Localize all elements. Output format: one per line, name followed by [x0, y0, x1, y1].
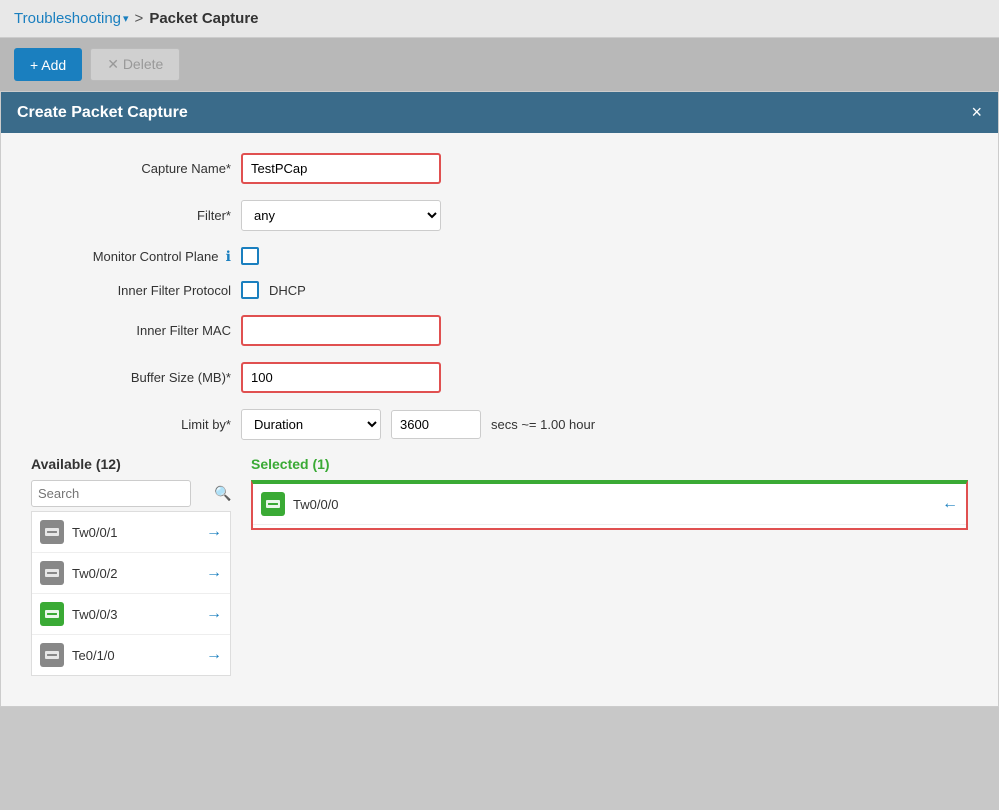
inner-filter-mac-input[interactable] — [241, 315, 441, 346]
troubleshooting-caret: ▾ — [123, 12, 129, 25]
item-name: Tw0/0/2 — [72, 566, 118, 581]
selected-list: Tw0/0/0 ← — [251, 480, 968, 530]
interface-icon-selected — [261, 492, 285, 516]
available-panel: Available (12) 🔍 Tw0/0/1 → — [31, 456, 231, 676]
available-count: Available (12) — [31, 456, 121, 472]
modal-header: Create Packet Capture × — [1, 92, 998, 133]
limit-by-select[interactable]: Duration Packet Count File Size — [241, 409, 381, 440]
modal-title: Create Packet Capture — [17, 104, 188, 122]
inner-filter-protocol-row: Inner Filter Protocol DHCP — [31, 281, 968, 299]
interface-icon — [40, 561, 64, 585]
monitor-cp-label: Monitor Control Plane ℹ — [31, 248, 231, 265]
interface-icon — [40, 643, 64, 667]
transfer-section: Available (12) 🔍 Tw0/0/1 → — [31, 456, 968, 686]
remove-item-arrow[interactable]: ← — [942, 495, 958, 513]
item-name: Te0/1/0 — [72, 648, 115, 663]
add-item-arrow[interactable]: → — [206, 605, 222, 623]
add-button[interactable]: + Add — [14, 48, 82, 81]
troubleshooting-label: Troubleshooting — [14, 10, 121, 27]
create-packet-capture-modal: Create Packet Capture × Capture Name* Fi… — [0, 91, 999, 707]
inner-filter-mac-label: Inner Filter MAC — [31, 323, 231, 338]
list-item-left: Tw0/0/1 — [40, 520, 118, 544]
filter-label: Filter* — [31, 208, 231, 223]
limit-seconds-input[interactable] — [391, 410, 481, 439]
list-item[interactable]: Tw0/0/3 → — [32, 594, 230, 635]
top-bar: Troubleshooting ▾ > Packet Capture — [0, 0, 999, 38]
buffer-size-input[interactable] — [241, 362, 441, 393]
item-name: Tw0/0/1 — [72, 525, 118, 540]
inner-filter-mac-row: Inner Filter MAC — [31, 315, 968, 346]
list-item-left: Te0/1/0 — [40, 643, 115, 667]
search-box: 🔍 — [31, 480, 191, 507]
monitor-cp-checkbox[interactable] — [241, 247, 259, 265]
selected-item-name: Tw0/0/0 — [293, 497, 339, 512]
selected-item-left: Tw0/0/0 — [261, 492, 339, 516]
monitor-cp-info-icon[interactable]: ℹ — [226, 248, 231, 264]
dhcp-label: DHCP — [269, 283, 306, 298]
item-name: Tw0/0/3 — [72, 607, 118, 622]
interface-icon — [40, 602, 64, 626]
add-item-arrow[interactable]: → — [206, 646, 222, 664]
limit-by-label: Limit by* — [31, 417, 231, 432]
available-list: Tw0/0/1 → Tw0/0/2 → — [31, 511, 231, 676]
buffer-size-label: Buffer Size (MB)* — [31, 370, 231, 385]
limit-by-row: Limit by* Duration Packet Count File Siz… — [31, 409, 968, 440]
selected-item[interactable]: Tw0/0/0 ← — [253, 484, 966, 525]
list-item[interactable]: Te0/1/0 → — [32, 635, 230, 675]
selected-header: Selected (1) — [251, 456, 968, 472]
monitor-cp-row: Monitor Control Plane ℹ — [31, 247, 968, 265]
filter-select[interactable]: any custom — [241, 200, 441, 231]
capture-name-row: Capture Name* — [31, 153, 968, 184]
page-title: Packet Capture — [149, 10, 258, 27]
action-bar: + Add ✕ Delete — [0, 38, 999, 91]
modal-close-button[interactable]: × — [971, 102, 982, 123]
list-item-left: Tw0/0/2 — [40, 561, 118, 585]
available-header: Available (12) — [31, 456, 231, 472]
inner-filter-protocol-label: Inner Filter Protocol — [31, 283, 231, 298]
list-item-left: Tw0/0/3 — [40, 602, 118, 626]
troubleshooting-nav[interactable]: Troubleshooting ▾ — [14, 10, 129, 27]
delete-button[interactable]: ✕ Delete — [90, 48, 180, 81]
add-item-arrow[interactable]: → — [206, 564, 222, 582]
modal-body: Capture Name* Filter* any custom Monitor… — [1, 133, 998, 706]
filter-row: Filter* any custom — [31, 200, 968, 231]
buffer-size-row: Buffer Size (MB)* — [31, 362, 968, 393]
search-icon: 🔍 — [214, 485, 231, 502]
list-item[interactable]: Tw0/0/2 → — [32, 553, 230, 594]
interface-icon — [40, 520, 64, 544]
selected-panel: Selected (1) Tw0/0/0 ← — [251, 456, 968, 676]
dhcp-checkbox[interactable] — [241, 281, 259, 299]
breadcrumb-separator: > — [135, 10, 144, 27]
add-item-arrow[interactable]: → — [206, 523, 222, 541]
list-item[interactable]: Tw0/0/1 → — [32, 512, 230, 553]
limit-info-text: secs ~= 1.00 hour — [491, 417, 595, 432]
capture-name-label: Capture Name* — [31, 161, 231, 176]
search-input[interactable] — [38, 486, 214, 501]
capture-name-input[interactable] — [241, 153, 441, 184]
